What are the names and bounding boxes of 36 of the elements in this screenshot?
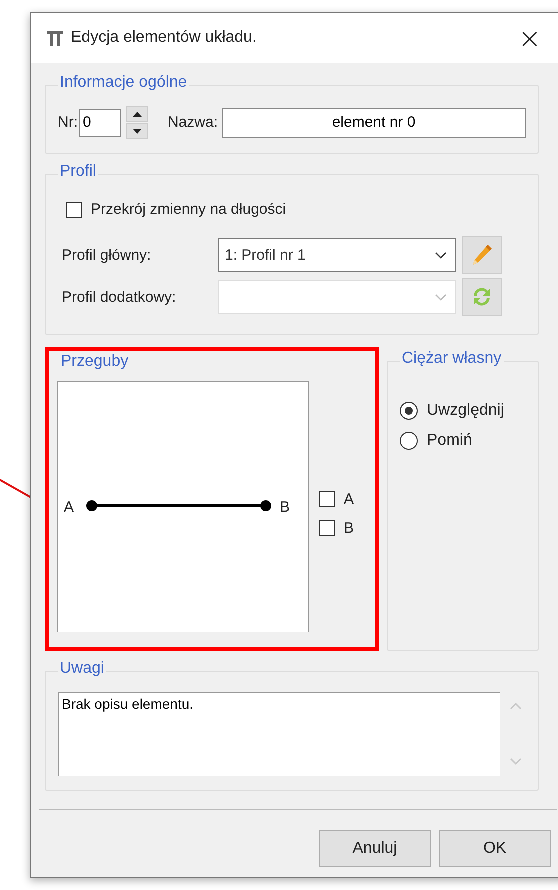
- cancel-button[interactable]: Anuluj: [319, 830, 431, 867]
- field-label: Profil dodatkowy:: [62, 288, 178, 306]
- chevron-down-icon: [435, 252, 447, 259]
- close-button[interactable]: ×: [505, 13, 555, 63]
- checkbox[interactable]: A: [319, 490, 354, 508]
- caret-down-icon: [132, 128, 142, 134]
- app-icon: [45, 28, 65, 48]
- field-label: Nr:: [58, 114, 78, 131]
- spin-down-button[interactable]: [126, 123, 148, 139]
- radio-button[interactable]: [400, 402, 418, 420]
- spin-up-button[interactable]: [126, 106, 148, 122]
- window-title: Edycja elementów układu.: [71, 29, 258, 47]
- chevron-down-icon: [435, 294, 447, 301]
- field-label: Profil główny:: [62, 246, 152, 264]
- checkbox[interactable]: Przekrój zmienny na długości: [66, 201, 526, 218]
- radio-button[interactable]: [400, 432, 418, 450]
- group-title: Ciężar własny: [400, 350, 504, 368]
- group-title: Informacje ogólne: [58, 74, 190, 92]
- name-field[interactable]: element nr 0: [222, 108, 526, 138]
- notes-field[interactable]: Brak opisu elementu.: [58, 692, 500, 776]
- refresh-icon[interactable]: [462, 278, 502, 316]
- group-title: Uwagi: [58, 660, 106, 678]
- chevron-down-icon[interactable]: [510, 758, 522, 766]
- dropdown[interactable]: 1: Profil nr 1: [218, 238, 456, 272]
- ok-button[interactable]: OK: [439, 830, 551, 867]
- node-label: A: [64, 499, 74, 516]
- node-label: B: [280, 499, 290, 516]
- group-title: Przeguby: [59, 353, 131, 371]
- radio-label: Pomiń: [427, 432, 472, 450]
- field-label: Nazwa:: [168, 114, 218, 131]
- radio-label: Uwzględnij: [427, 402, 504, 420]
- pencil-icon[interactable]: [462, 236, 502, 274]
- checkbox[interactable]: B: [319, 520, 354, 536]
- caret-up-icon: [132, 112, 142, 116]
- chevron-up-icon[interactable]: [510, 702, 522, 710]
- number-field[interactable]: 0: [79, 108, 121, 136]
